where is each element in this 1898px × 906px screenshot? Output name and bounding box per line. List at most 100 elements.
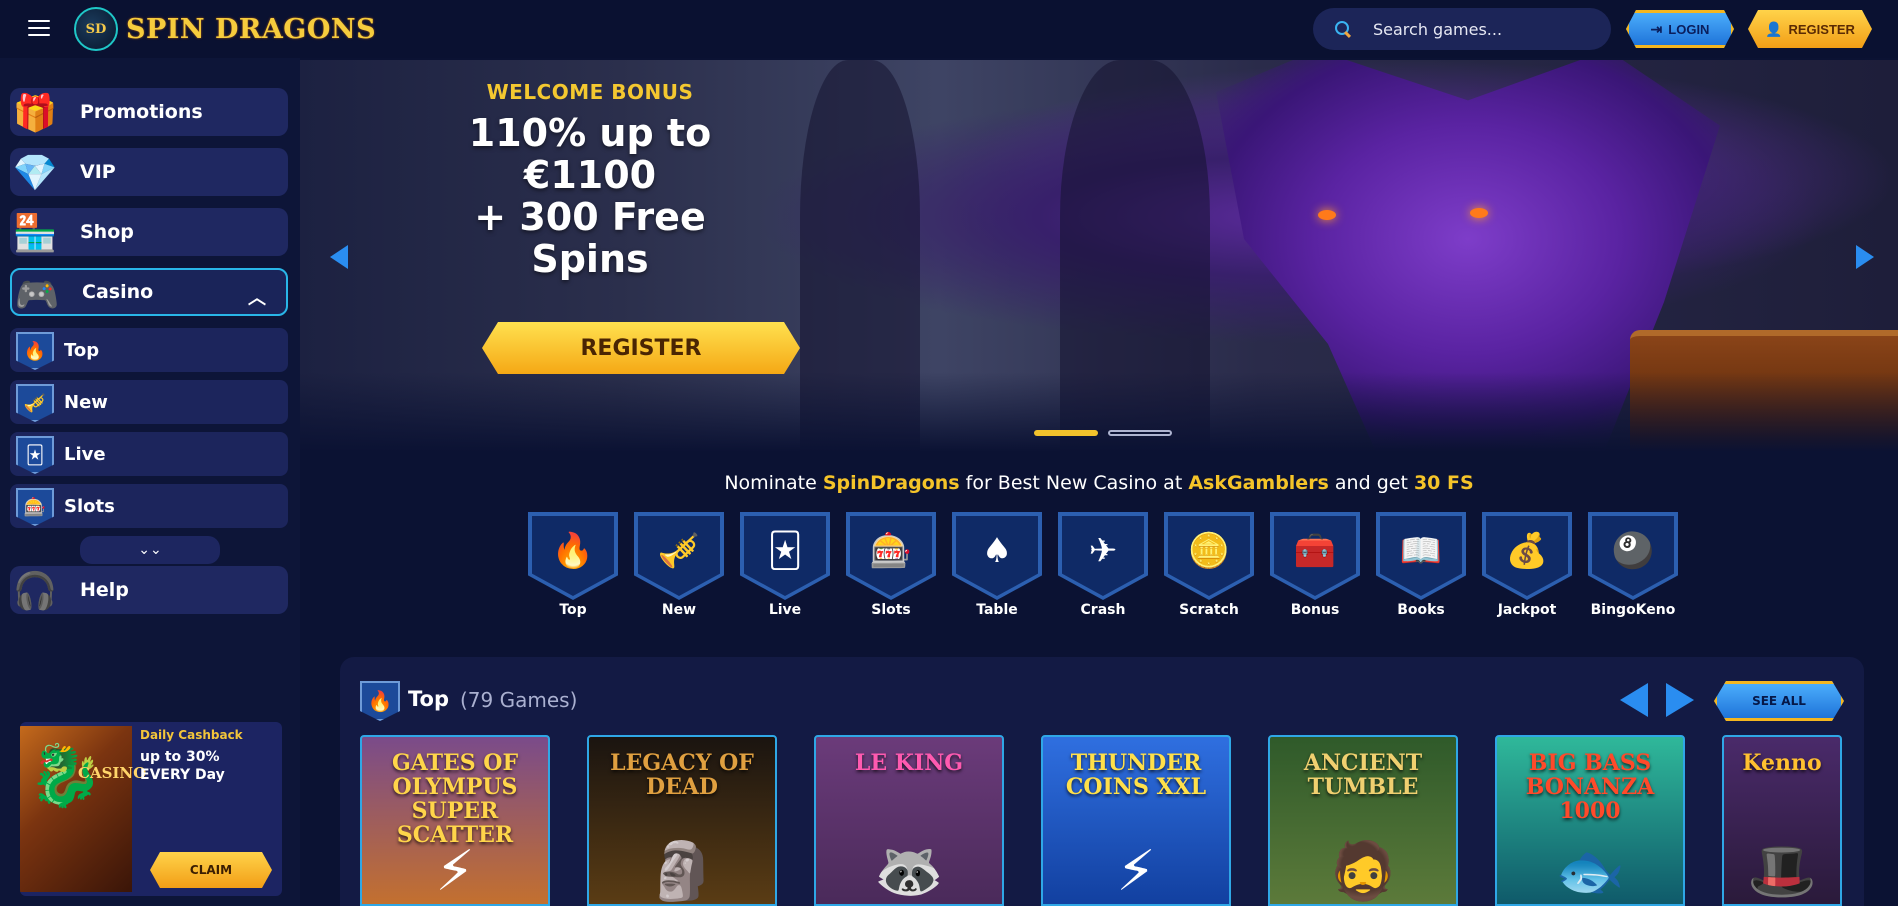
headset-icon: 🎧 xyxy=(12,571,58,612)
game-card[interactable]: THUNDER COINS XXL ⚡ xyxy=(1041,735,1231,906)
dragon-eye xyxy=(1470,208,1488,218)
sidebar-item-label: Help xyxy=(80,579,129,601)
category-shield: 📖 xyxy=(1376,512,1466,600)
nominate-text: for Best New Casino at xyxy=(959,472,1189,494)
category-icon: ♠ xyxy=(956,516,1038,596)
category-tile-live[interactable]: 🃏 Live xyxy=(740,512,830,622)
category-icon: 🧰 xyxy=(1274,516,1356,596)
sidebar-subitem-top[interactable]: 🔥 Top xyxy=(10,328,288,372)
hero-title-line: Spins xyxy=(531,237,649,281)
claim-button[interactable]: CLAIM xyxy=(150,852,272,888)
section-prev-arrow-icon[interactable] xyxy=(1620,683,1648,717)
category-shield: 🔥 xyxy=(528,512,618,600)
fire-icon: 🔥 xyxy=(360,681,400,721)
category-shield: 🎰 xyxy=(846,512,936,600)
cashback-image: 🐉 CASINO xyxy=(20,726,146,892)
game-title: ANCIENT TUMBLE xyxy=(1303,750,1423,800)
daily-cashback-card: 🐉 CASINO Daily Cashback up to 30% EVERY … xyxy=(20,722,282,896)
gift-icon: 🎁 xyxy=(12,93,58,134)
game-card[interactable]: LEGACY OF DEAD 🗿 xyxy=(587,735,777,906)
slide-indicator-active[interactable] xyxy=(1034,430,1098,436)
category-shield: 🎱 xyxy=(1588,512,1678,600)
category-tile-jackpot[interactable]: 💰 Jackpot xyxy=(1482,512,1572,622)
category-label: Live xyxy=(768,602,802,618)
top-header: SD SPIN DRAGONS ⇥ LOGIN 👤 REGISTER xyxy=(0,0,1898,58)
hero-register-button[interactable]: REGISTER xyxy=(482,322,800,374)
hero-subtitle: WELCOME BONUS xyxy=(486,80,694,104)
login-button[interactable]: ⇥ LOGIN xyxy=(1626,10,1734,48)
game-card[interactable]: BIG BASS BONANZA 1000 🐟 xyxy=(1495,735,1685,906)
hero-next-arrow-icon[interactable] xyxy=(1856,245,1874,269)
shop-icon: 🏪 xyxy=(12,213,58,254)
slot-machine-icon: 🎰 xyxy=(16,488,54,526)
game-art-icon: 🗿 xyxy=(647,839,717,904)
fire-icon: 🔥 xyxy=(16,332,54,370)
game-title: THUNDER COINS XXL xyxy=(1065,750,1207,800)
category-shield: 🎺 xyxy=(634,512,724,600)
hero-prev-arrow-icon[interactable] xyxy=(330,245,348,269)
cannon-icon: 🎺 xyxy=(16,384,54,422)
nominate-brand[interactable]: SpinDragons xyxy=(823,472,960,494)
category-icon: 🪙 xyxy=(1168,516,1250,596)
dragon-eye xyxy=(1318,210,1336,220)
category-shield: 🪙 xyxy=(1164,512,1254,600)
category-tile-table[interactable]: ♠ Table xyxy=(952,512,1042,622)
user-plus-icon: 👤 xyxy=(1765,20,1783,37)
category-tile-top[interactable]: 🔥 Top xyxy=(528,512,618,622)
search-input[interactable] xyxy=(1373,19,1593,39)
category-tile-crash[interactable]: ✈ Crash xyxy=(1058,512,1148,622)
category-icon: 🃏 xyxy=(744,516,826,596)
category-tile-bonus[interactable]: 🧰 Bonus xyxy=(1270,512,1360,622)
category-label: New xyxy=(661,602,697,618)
category-tile-bingokeno[interactable]: 🎱 BingoKeno xyxy=(1588,512,1678,622)
category-shield: ✈ xyxy=(1058,512,1148,600)
game-art-icon: 🎩 xyxy=(1747,839,1817,904)
category-label: Books xyxy=(1397,602,1445,618)
menu-icon[interactable] xyxy=(28,20,50,36)
category-shield: 🃏 xyxy=(740,512,830,600)
hero-title-line: 110% up to xyxy=(468,111,712,155)
category-label: Bonus xyxy=(1290,602,1340,618)
sidebar-item-casino[interactable]: 🎮 Casino ︿ xyxy=(10,268,288,316)
register-label: REGISTER xyxy=(1788,21,1855,37)
category-tile-scratch[interactable]: 🪙 Scratch xyxy=(1164,512,1254,622)
expand-more-button[interactable]: ⌄⌄ xyxy=(80,536,220,564)
game-card[interactable]: GATES OF OLYMPUS SUPER SCATTER ⚡ xyxy=(360,735,550,906)
chevron-up-icon[interactable]: ︿ xyxy=(248,284,266,310)
game-title: LEGACY OF DEAD xyxy=(610,750,754,800)
hero-text-block: WELCOME BONUS 110% up to €1100 + 300 Fre… xyxy=(440,80,740,280)
category-tile-slots[interactable]: 🎰 Slots xyxy=(846,512,936,622)
sidebar-item-promotions[interactable]: 🎁 Promotions xyxy=(10,88,288,136)
category-tile-books[interactable]: 📖 Books xyxy=(1376,512,1466,622)
category-tile-new[interactable]: 🎺 New xyxy=(634,512,724,622)
chevron-double-down-icon: ⌄⌄ xyxy=(138,542,162,558)
category-label: Scratch xyxy=(1179,602,1239,618)
diamond-icon: 💎 xyxy=(12,153,58,194)
sidebar-item-help[interactable]: 🎧 Help xyxy=(10,566,288,614)
game-card[interactable]: LE KING 🦝 xyxy=(814,735,1004,906)
site-logo[interactable]: SD SPIN DRAGONS xyxy=(74,7,376,51)
sidebar-subitem-new[interactable]: 🎺 New xyxy=(10,380,288,424)
game-art-icon: ⚡ xyxy=(1116,839,1156,904)
search-bar[interactable] xyxy=(1313,8,1611,50)
register-button[interactable]: 👤 REGISTER xyxy=(1748,10,1872,48)
slide-indicator[interactable] xyxy=(1108,430,1172,436)
game-card[interactable]: ANCIENT TUMBLE 🧔 xyxy=(1268,735,1458,906)
game-card[interactable]: Kenno 🎩 xyxy=(1722,735,1842,906)
game-art-icon: 🧔 xyxy=(1328,839,1398,904)
nominate-banner: Nominate SpinDragons for Best New Casino… xyxy=(300,472,1898,494)
category-label: Table xyxy=(976,602,1018,618)
sidebar-item-label: Casino xyxy=(82,281,154,303)
section-count: (79 Games) xyxy=(460,688,578,712)
sidebar-subitem-label: Live xyxy=(64,443,106,465)
nominate-site-link[interactable]: AskGamblers xyxy=(1188,472,1329,494)
sidebar-subitem-slots[interactable]: 🎰 Slots xyxy=(10,484,288,528)
sidebar-subitem-live[interactable]: 🃏 Live xyxy=(10,432,288,476)
section-next-arrow-icon[interactable] xyxy=(1666,683,1694,717)
category-icon: ✈ xyxy=(1062,516,1144,596)
category-label: Top xyxy=(559,602,587,618)
sidebar-item-shop[interactable]: 🏪 Shop xyxy=(10,208,288,256)
category-icon: 📖 xyxy=(1380,516,1462,596)
see-all-button[interactable]: SEE ALL xyxy=(1714,681,1844,721)
sidebar-item-vip[interactable]: 💎 VIP xyxy=(10,148,288,196)
